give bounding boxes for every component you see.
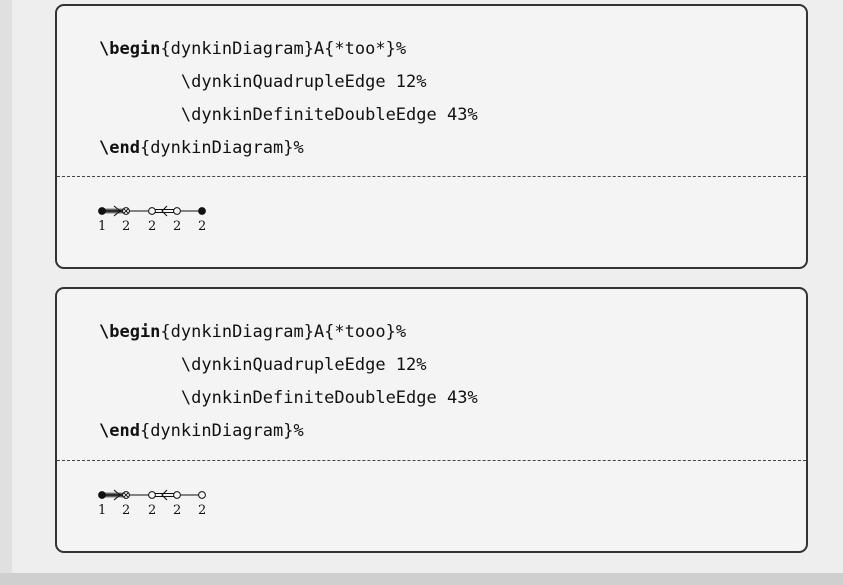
- node-labels: 12222: [97, 503, 227, 521]
- comment-percent: %: [416, 72, 427, 92]
- begin-argument: {dynkinDiagram}A{*tooo}: [160, 322, 396, 342]
- comment-percent: %: [467, 388, 478, 408]
- code-line-definite-double-edge: \dynkinDefiniteDoubleEdge 43%: [99, 99, 478, 132]
- open-node: [148, 491, 156, 499]
- node-label: 2: [122, 503, 131, 518]
- code-listing-1: \begin{dynkinDiagram}A{*too*}% \dynkinQu…: [99, 33, 478, 165]
- node-label: 1: [98, 219, 107, 234]
- definite-double-edge: [155, 205, 174, 217]
- open-node: [198, 491, 206, 499]
- code-listing-2: \begin{dynkinDiagram}A{*tooo}% \dynkinQu…: [99, 316, 478, 448]
- quadruple-edge-command: \dynkinQuadrupleEdge 12: [99, 72, 417, 92]
- open-node: [173, 491, 181, 499]
- code-line-end: \end{dynkinDiagram}%: [99, 132, 478, 165]
- end-keyword: \end: [99, 421, 140, 441]
- definite-double-edge: [155, 489, 174, 501]
- code-line-begin: \begin{dynkinDiagram}A{*tooo}%: [99, 316, 478, 349]
- dashed-separator: [57, 460, 806, 461]
- code-line-quadruple-edge: \dynkinQuadrupleEdge 12%: [99, 66, 478, 99]
- quadruple-edge-command: \dynkinQuadrupleEdge 12: [99, 355, 417, 375]
- comment-percent: %: [395, 322, 407, 342]
- left-margin-strip: [0, 0, 12, 573]
- end-keyword: \end: [99, 138, 140, 158]
- definite-double-edge-command: \dynkinDefiniteDoubleEdge 43: [99, 105, 468, 125]
- node-label: 2: [173, 219, 182, 234]
- code-line-definite-double-edge: \dynkinDefiniteDoubleEdge 43%: [99, 382, 478, 415]
- example-box-2: \begin{dynkinDiagram}A{*tooo}% \dynkinQu…: [55, 287, 808, 553]
- dynkin-diagram-svg: [98, 205, 206, 217]
- dynkin-diagram-1: 12222: [97, 201, 237, 234]
- end-argument: {dynkinDiagram}: [139, 138, 294, 158]
- comment-percent: %: [293, 421, 304, 441]
- filled-node: [198, 207, 206, 215]
- node-label: 1: [98, 503, 107, 518]
- quadruple-edge: [105, 489, 124, 501]
- node-label: 2: [198, 503, 207, 518]
- open-node: [173, 207, 181, 215]
- dynkin-diagram-2: 12222: [97, 485, 237, 518]
- quadruple-edge: [105, 205, 124, 217]
- comment-percent: %: [395, 39, 407, 59]
- node-label: 2: [198, 219, 207, 234]
- comment-percent: %: [416, 355, 427, 375]
- node-label: 2: [173, 503, 182, 518]
- open-node: [148, 207, 156, 215]
- node-labels: 12222: [97, 219, 227, 237]
- code-line-begin: \begin{dynkinDiagram}A{*too*}%: [99, 33, 478, 66]
- dashed-separator: [57, 176, 806, 177]
- end-argument: {dynkinDiagram}: [139, 421, 294, 441]
- comment-percent: %: [467, 105, 478, 125]
- begin-keyword: \begin: [99, 39, 161, 59]
- page-bottom-shadow: [0, 573, 843, 585]
- begin-keyword: \begin: [99, 322, 161, 342]
- begin-argument: {dynkinDiagram}A{*too*}: [160, 39, 396, 59]
- code-line-end: \end{dynkinDiagram}%: [99, 415, 478, 448]
- node-label: 2: [148, 219, 157, 234]
- filled-node: [98, 491, 106, 499]
- definite-double-edge-command: \dynkinDefiniteDoubleEdge 43: [99, 388, 468, 408]
- code-line-quadruple-edge: \dynkinQuadrupleEdge 12%: [99, 349, 478, 382]
- node-label: 2: [122, 219, 131, 234]
- filled-node: [98, 207, 106, 215]
- node-label: 2: [148, 503, 157, 518]
- dynkin-diagram-svg: [98, 489, 206, 501]
- comment-percent: %: [293, 138, 304, 158]
- example-box-1: \begin{dynkinDiagram}A{*too*}% \dynkinQu…: [55, 4, 808, 269]
